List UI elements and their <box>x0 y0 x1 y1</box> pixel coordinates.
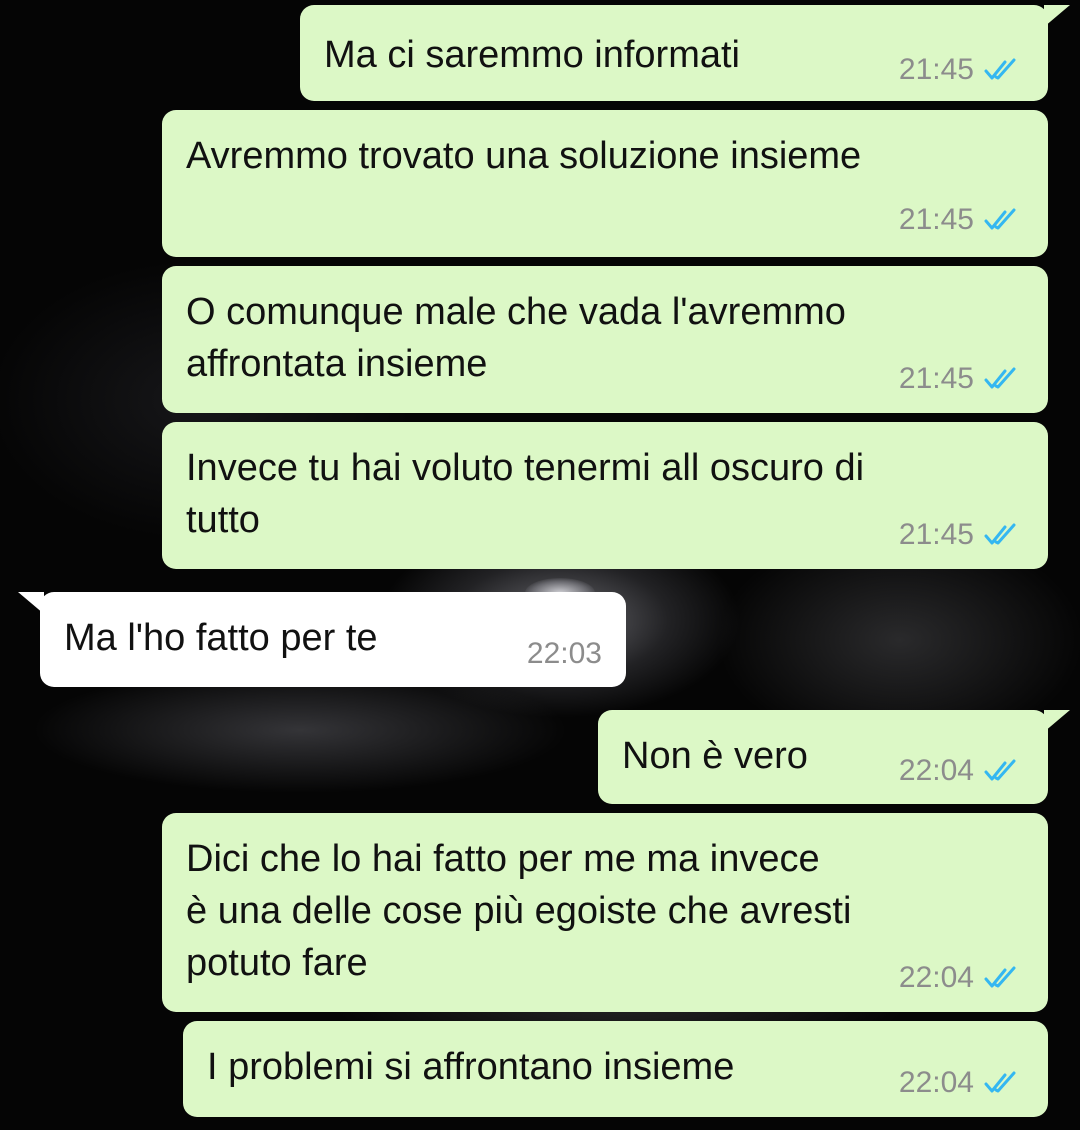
message-bubble-outgoing[interactable]: Ma ci saremmo informati 21:45 <box>300 5 1070 101</box>
message-time: 22:03 <box>526 637 602 670</box>
message-time: 21:45 <box>898 203 974 236</box>
message-meta: 21:45 <box>899 362 1024 396</box>
message-line: affrontata insieme <box>186 343 488 385</box>
message-meta: 21:45 <box>899 53 1024 87</box>
message-time: 22:04 <box>898 1066 974 1099</box>
message-line: Dici che lo hai fatto per me ma invece <box>186 838 820 880</box>
read-double-check-icon <box>984 966 1016 988</box>
message-meta: 22:04 <box>899 754 1024 788</box>
message-time: 21:45 <box>898 518 974 551</box>
message-bubble-incoming[interactable]: Ma l'ho fatto per te 22:03 <box>18 592 626 687</box>
message-time: 22:04 <box>898 754 974 787</box>
message-text: O comunque male che vada l'avremmo affro… <box>186 286 846 390</box>
message-meta: 22:04 <box>899 1066 1024 1100</box>
message-time: 21:45 <box>898 53 974 86</box>
message-text: Dici che lo hai fatto per me ma invece è… <box>186 833 851 989</box>
read-double-check-icon <box>984 367 1016 389</box>
message-line: Avremmo trovato una soluzione insieme <box>186 135 862 177</box>
message-bubble-outgoing[interactable]: Dici che lo hai fatto per me ma invece è… <box>162 813 1048 1012</box>
message-text: Non è vero <box>622 730 808 782</box>
message-text: I problemi si affrontano insieme <box>207 1041 734 1093</box>
message-text: Avremmo trovato una soluzione insieme <box>186 130 861 182</box>
read-double-check-icon <box>984 1071 1016 1093</box>
message-bubble-outgoing[interactable]: O comunque male che vada l'avremmo affro… <box>162 266 1048 413</box>
bubble-tail <box>1044 5 1070 27</box>
message-line: potuto fare <box>186 942 368 984</box>
message-bubble-outgoing[interactable]: Avremmo trovato una soluzione insieme 21… <box>162 110 1048 257</box>
message-line: è una delle cose più egoiste che avresti <box>186 890 852 932</box>
message-text: Invece tu hai voluto tenermi all oscuro … <box>186 442 864 546</box>
message-bubble-outgoing[interactable]: I problemi si affrontano insieme 22:04 <box>183 1021 1048 1117</box>
message-line: Ma ci saremmo informati <box>324 34 740 76</box>
bubble-tail <box>1044 710 1070 732</box>
read-double-check-icon <box>984 208 1016 230</box>
message-meta: 22:03 <box>527 637 602 671</box>
read-double-check-icon <box>984 523 1016 545</box>
message-line: tutto <box>186 499 260 541</box>
message-line: Invece tu hai voluto tenermi all oscuro … <box>186 447 865 489</box>
message-line: O comunque male che vada l'avremmo <box>186 291 846 333</box>
bubble-tail <box>18 592 44 614</box>
message-meta: 22:04 <box>899 961 1024 995</box>
message-line: I problemi si affrontano insieme <box>207 1046 735 1088</box>
message-line: Non è vero <box>622 735 808 777</box>
message-line: Ma l'ho fatto per te <box>64 617 378 659</box>
read-double-check-icon <box>984 58 1016 80</box>
message-time: 22:04 <box>898 961 974 994</box>
read-double-check-icon <box>984 759 1016 781</box>
message-text: Ma l'ho fatto per te <box>64 612 378 664</box>
message-bubble-outgoing[interactable]: Invece tu hai voluto tenermi all oscuro … <box>162 422 1048 569</box>
message-time: 21:45 <box>898 362 974 395</box>
message-bubble-outgoing[interactable]: Non è vero 22:04 <box>598 710 1070 804</box>
message-meta: 21:45 <box>899 203 1024 237</box>
message-meta: 21:45 <box>899 518 1024 552</box>
message-text: Ma ci saremmo informati <box>324 29 740 81</box>
